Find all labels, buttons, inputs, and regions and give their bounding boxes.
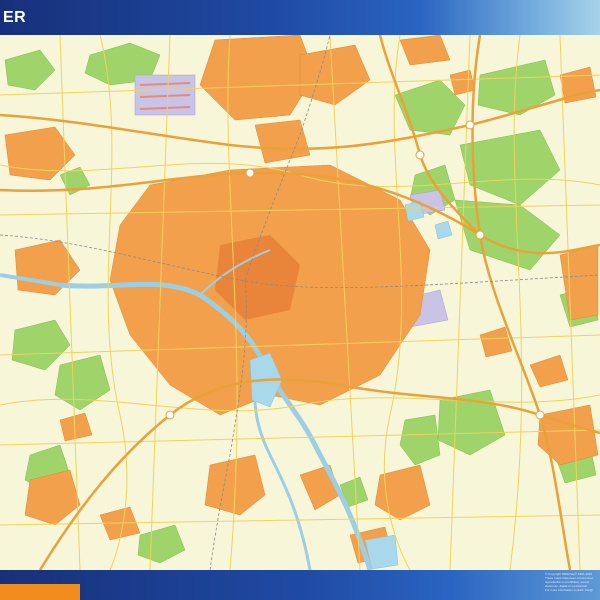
copyright-notice: © Copyright Wallsmap® 1981-2016 These ma… [545, 572, 600, 592]
city-map [0, 35, 600, 570]
highway-junction-icon [475, 230, 485, 240]
map-canvas [0, 35, 600, 570]
footer-bar [0, 570, 600, 600]
highway-junction-icon [415, 150, 425, 160]
map-title: ER [3, 9, 27, 26]
map-poster: ER © Copyright Wallsmap® 1981-2016 These… [0, 0, 600, 600]
header-bar: ER [0, 0, 600, 35]
footer-accent [0, 584, 80, 600]
highway-junction-icon [245, 168, 255, 178]
copyright-line: For more information contact: info@ [545, 588, 593, 592]
highway-junction-icon [165, 410, 175, 420]
highway-junction-icon [465, 120, 475, 130]
highway-junction-icon [535, 410, 545, 420]
